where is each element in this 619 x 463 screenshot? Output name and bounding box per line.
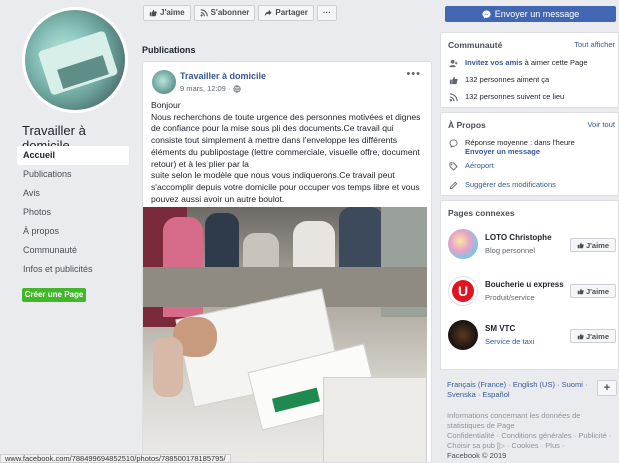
tag-icon bbox=[448, 161, 458, 171]
related-page-name[interactable]: Boucherie u express bbox=[485, 280, 564, 289]
footer-links[interactable]: Confidentialité · Conditions générales ·… bbox=[447, 431, 615, 451]
community-card: Communauté Tout afficher Invitez vos ami… bbox=[440, 32, 619, 108]
category-row: Aéroport bbox=[448, 161, 494, 171]
related-page-avatar[interactable] bbox=[448, 229, 478, 259]
about-heading: À Propos bbox=[448, 120, 486, 130]
invite-friends-text: à aimer cette Page bbox=[522, 58, 588, 67]
community-heading: Communauté bbox=[448, 40, 503, 50]
send-message-button[interactable]: Envoyer un message bbox=[445, 6, 616, 22]
suggest-row: Suggérer des modifications bbox=[448, 180, 556, 190]
post-body: Bonjour Nous recherchons de toute urgenc… bbox=[151, 100, 427, 205]
photo-papers bbox=[323, 377, 427, 462]
nav-item-photos[interactable]: Photos bbox=[17, 203, 129, 222]
chat-bubble-icon bbox=[448, 138, 458, 148]
related-pages-heading: Pages connexes bbox=[448, 208, 515, 218]
messenger-icon bbox=[482, 9, 491, 19]
u-logo-icon: U bbox=[452, 280, 474, 302]
nav-item-infos-publicites[interactable]: Infos et publicités bbox=[17, 260, 129, 279]
share-page-button[interactable]: Partager bbox=[258, 5, 314, 21]
related-page-category[interactable]: Service de taxi bbox=[485, 337, 534, 346]
related-like-button[interactable]: J'aime bbox=[570, 238, 616, 252]
globe-icon bbox=[233, 84, 242, 93]
response-time-text: Réponse moyenne : dans l'heure bbox=[465, 138, 575, 147]
related-page-avatar[interactable] bbox=[448, 320, 478, 350]
related-pages-card: Pages connexes LOTO Christophe Blog pers… bbox=[440, 200, 619, 370]
post-timestamp[interactable]: 9 mars, 12:09 · bbox=[180, 84, 242, 93]
about-send-message-link[interactable]: Envoyer un message bbox=[465, 147, 540, 156]
footer: Informations concernant les données de s… bbox=[447, 411, 615, 461]
create-page-button[interactable]: Créer une Page bbox=[22, 288, 86, 302]
nav-item-a-propos[interactable]: À propos bbox=[17, 222, 129, 241]
rss-icon bbox=[200, 9, 208, 17]
nav-item-publications[interactable]: Publications bbox=[17, 165, 129, 184]
suggest-edits-link[interactable]: Suggérer des modifications bbox=[465, 180, 556, 189]
post-photo[interactable] bbox=[143, 207, 427, 462]
invite-icon bbox=[448, 58, 458, 68]
post-line: Nous recherchons de toute urgence des pe… bbox=[151, 111, 421, 169]
photo-hand bbox=[153, 337, 183, 397]
page-profile-picture[interactable] bbox=[22, 7, 128, 113]
response-row: Réponse moyenne : dans l'heure Envoyer un… bbox=[448, 138, 575, 156]
pencil-icon bbox=[448, 180, 458, 190]
related-page-name[interactable]: SM VTC bbox=[485, 324, 515, 333]
category-link[interactable]: Aéroport bbox=[465, 161, 494, 170]
send-message-label: Envoyer un message bbox=[494, 9, 580, 19]
follows-row: 132 personnes suivent ce lieu bbox=[448, 92, 564, 102]
follow-page-button[interactable]: S'abonner bbox=[193, 5, 256, 21]
related-like-label: J'aime bbox=[585, 240, 610, 250]
invite-friends-link[interactable]: Invitez vos amis bbox=[465, 58, 523, 67]
post-options-icon[interactable]: ••• bbox=[406, 68, 421, 80]
share-arrow-icon bbox=[265, 9, 272, 17]
related-like-button[interactable]: J'aime bbox=[570, 329, 616, 343]
page-nav: Accueil Publications Avis Photos À propo… bbox=[17, 146, 129, 279]
related-page-category: Produit/service bbox=[485, 293, 535, 302]
browser-status-url: www.facebook.com/788499694852510/photos/… bbox=[0, 454, 231, 463]
like-page-button[interactable]: J'aime bbox=[143, 5, 191, 21]
community-see-all-link[interactable]: Tout afficher bbox=[574, 40, 615, 49]
add-language-button[interactable]: + bbox=[597, 380, 617, 396]
thumbs-up-icon bbox=[448, 75, 458, 85]
likes-count[interactable]: 132 personnes aiment ça bbox=[465, 75, 549, 84]
footer-copyright: Facebook © 2019 bbox=[447, 451, 507, 460]
related-page-avatar[interactable]: U bbox=[448, 276, 478, 306]
left-column: Travailler à domicile Accueil Publicatio… bbox=[0, 0, 136, 463]
invite-friends-row: Invitez vos amis à aimer cette Page bbox=[448, 58, 588, 68]
language-links[interactable]: Français (France) · English (US) · Suomi… bbox=[447, 380, 592, 400]
nav-item-avis[interactable]: Avis bbox=[17, 184, 129, 203]
nav-item-communaute[interactable]: Communauté bbox=[17, 241, 129, 260]
related-page-name[interactable]: LOTO Christophe bbox=[485, 233, 552, 242]
thumbs-up-icon bbox=[577, 333, 584, 339]
post-line: Bonjour bbox=[151, 100, 181, 110]
related-like-label: J'aime bbox=[585, 286, 610, 296]
follows-count[interactable]: 132 personnes suivent ce lieu bbox=[465, 92, 564, 101]
post-date-text: 9 mars, 12:09 · bbox=[180, 84, 231, 93]
rss-icon bbox=[448, 92, 458, 102]
post-author-avatar[interactable] bbox=[152, 70, 176, 94]
related-page-category: Blog personnel bbox=[485, 246, 536, 255]
post-line: suite selon le modèle que nous vous indi… bbox=[151, 170, 420, 204]
share-page-label: Partager bbox=[275, 8, 308, 17]
page-action-bar: J'aime S'abonner Partager ··· bbox=[143, 5, 337, 21]
related-like-label: J'aime bbox=[585, 331, 610, 341]
thumbs-up-icon bbox=[577, 288, 584, 294]
footer-stats-text[interactable]: Informations concernant les données de s… bbox=[447, 411, 615, 431]
thumbs-up-icon bbox=[577, 242, 584, 248]
related-like-button[interactable]: J'aime bbox=[570, 284, 616, 298]
like-page-label: J'aime bbox=[160, 8, 185, 17]
likes-row: 132 personnes aiment ça bbox=[448, 75, 549, 85]
post-card: Travailler à domicile 9 mars, 12:09 · ••… bbox=[142, 61, 432, 463]
about-card: À Propos Voir tout Réponse moyenne : dan… bbox=[440, 112, 619, 196]
follow-page-label: S'abonner bbox=[210, 8, 250, 17]
post-author-name[interactable]: Travailler à domicile bbox=[180, 71, 266, 81]
publications-heading: Publications bbox=[142, 45, 196, 55]
about-see-all-link[interactable]: Voir tout bbox=[587, 120, 615, 129]
thumbs-up-icon bbox=[149, 9, 157, 17]
more-actions-button[interactable]: ··· bbox=[316, 5, 337, 21]
nav-item-accueil[interactable]: Accueil bbox=[17, 146, 129, 165]
